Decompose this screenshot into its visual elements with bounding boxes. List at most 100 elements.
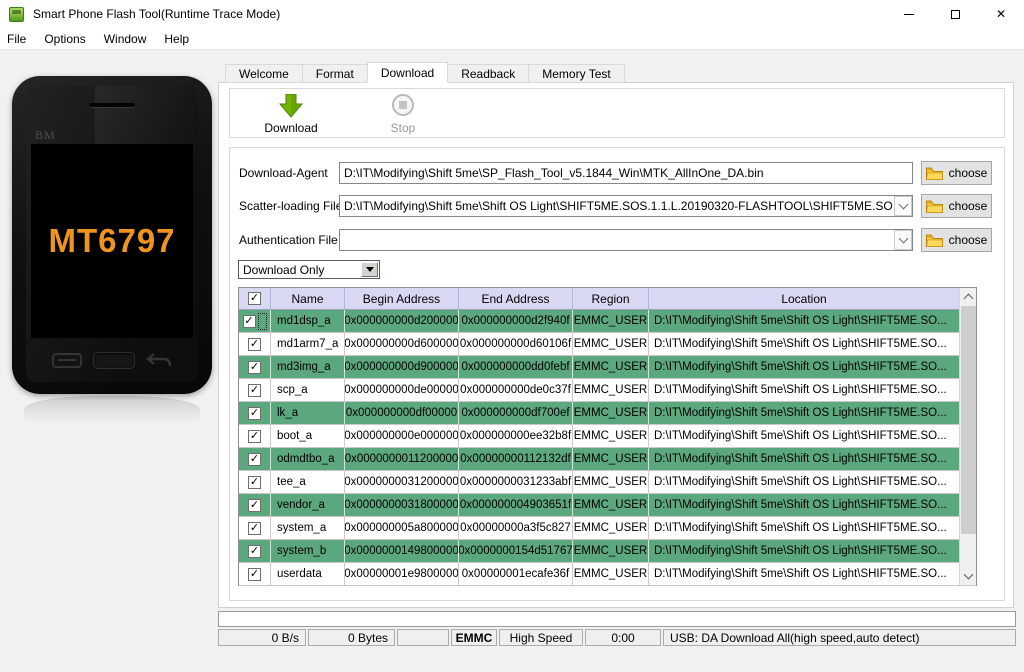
table-scrollbar[interactable] — [959, 288, 976, 585]
region: EMMC_USER — [573, 425, 649, 447]
column-header-region[interactable]: Region — [573, 288, 649, 309]
file-location: D:\IT\Modifying\Shift 5me\Shift OS Light… — [654, 476, 947, 488]
region: EMMC_USER — [573, 402, 649, 424]
close-button[interactable] — [978, 0, 1024, 28]
row-checkbox[interactable] — [248, 475, 261, 489]
download-agent-choose-button[interactable]: choose — [921, 161, 992, 185]
menu-help[interactable]: Help — [155, 28, 198, 50]
phone-brand-label: BM — [35, 128, 56, 142]
scrollbar-thumb[interactable] — [961, 306, 976, 534]
partition-name: userdata — [271, 563, 345, 585]
download-button-label: Download — [264, 121, 318, 135]
table-row[interactable]: md1arm7_a 0x000000000d600000 0x000000000… — [239, 333, 976, 356]
status-elapsed-time: 0:00 — [585, 629, 661, 646]
tab-welcome[interactable]: Welcome — [225, 64, 303, 83]
table-row[interactable]: lk_a 0x000000000df00000 0x000000000df700… — [239, 402, 976, 425]
phone-back-icon — [146, 353, 172, 367]
begin-address: 0x0000000149800000 — [345, 540, 459, 562]
end-address: 0x000000000d2f940f — [459, 310, 573, 332]
begin-address: 0x00000001e9800000 — [345, 563, 459, 585]
menu-bar: File Options Window Help — [0, 28, 1024, 50]
table-row[interactable]: tee_a 0x0000000031200000 0x0000000031233… — [239, 471, 976, 494]
scatter-file-dropdown-button[interactable] — [894, 196, 912, 216]
scroll-down-icon[interactable] — [960, 568, 977, 585]
row-checkbox[interactable] — [248, 360, 261, 374]
stop-button[interactable]: Stop — [360, 92, 446, 136]
window-title: Smart Phone Flash Tool(Runtime Trace Mod… — [33, 7, 281, 21]
download-mode-select[interactable]: Download Only — [238, 260, 380, 279]
table-row[interactable]: md3img_a 0x000000000d900000 0x000000000d… — [239, 356, 976, 379]
file-location: D:\IT\Modifying\Shift 5me\Shift OS Light… — [654, 361, 947, 373]
download-button[interactable]: Download — [248, 92, 334, 136]
table-row[interactable]: odmdtbo_a 0x0000000011200000 0x000000001… — [239, 448, 976, 471]
tab-download[interactable]: Download — [366, 62, 449, 83]
close-icon — [996, 7, 1006, 21]
stop-icon — [392, 94, 414, 116]
row-checkbox[interactable] — [248, 337, 261, 351]
table-row[interactable]: scp_a 0x000000000de00000 0x000000000de0c… — [239, 379, 976, 402]
begin-address: 0x000000000de00000 — [345, 379, 459, 401]
minimize-button[interactable] — [886, 0, 932, 28]
select-all-checkbox[interactable] — [248, 292, 261, 305]
table-row[interactable]: boot_a 0x000000000e000000 0x000000000ee3… — [239, 425, 976, 448]
title-bar: Smart Phone Flash Tool(Runtime Trace Mod… — [0, 0, 1024, 28]
table-row[interactable]: md1dsp_a 0x000000000d200000 0x000000000d… — [239, 310, 976, 333]
auth-file-dropdown-button[interactable] — [894, 230, 912, 250]
column-header-location[interactable]: Location — [649, 288, 959, 309]
row-checkbox[interactable] — [248, 406, 261, 420]
table-header-row: Name Begin Address End Address Region Lo… — [239, 288, 976, 310]
end-address: 0x0000000154d51767 — [459, 540, 573, 562]
row-checkbox[interactable] — [248, 521, 261, 535]
phone-speaker — [89, 103, 135, 108]
partition-name: boot_a — [271, 425, 345, 447]
app-window: Smart Phone Flash Tool(Runtime Trace Mod… — [0, 0, 1024, 672]
table-row[interactable]: vendor_a 0x0000000031800000 0x0000000049… — [239, 494, 976, 517]
auth-file-combobox[interactable] — [339, 229, 913, 251]
download-arrow-icon — [278, 94, 304, 118]
end-address: 0x00000000112132df — [459, 448, 573, 470]
status-bar: 0 B/s 0 Bytes EMMC High Speed 0:00 USB: … — [218, 629, 1016, 646]
partition-table-body: md1dsp_a 0x000000000d200000 0x000000000d… — [239, 310, 976, 586]
file-location: D:\IT\Modifying\Shift 5me\Shift OS Light… — [654, 384, 947, 396]
table-row[interactable]: system_a 0x000000005a800000 0x00000000a3… — [239, 517, 976, 540]
download-agent-input[interactable] — [339, 162, 913, 184]
status-storage-type: EMMC — [451, 629, 497, 646]
table-row[interactable]: system_b 0x0000000149800000 0x0000000154… — [239, 540, 976, 563]
partition-table: Name Begin Address End Address Region Lo… — [238, 287, 977, 586]
tab-format[interactable]: Format — [301, 64, 368, 83]
scatter-file-choose-button[interactable]: choose — [921, 194, 992, 218]
region: EMMC_USER — [573, 540, 649, 562]
minimize-icon — [904, 13, 914, 15]
row-checkbox[interactable] — [248, 452, 261, 466]
table-row[interactable]: userdata 0x00000001e9800000 0x00000001ec… — [239, 563, 976, 586]
column-header-end-address[interactable]: End Address — [459, 288, 573, 309]
tab-memory-test[interactable]: Memory Test — [528, 64, 625, 83]
begin-address: 0x000000005a800000 — [345, 517, 459, 539]
column-header-begin-address[interactable]: Begin Address — [345, 288, 459, 309]
menu-file[interactable]: File — [0, 28, 35, 50]
download-agent-label: Download-Agent — [239, 166, 328, 180]
row-checkbox[interactable] — [248, 567, 261, 581]
maximize-icon — [950, 9, 960, 19]
folder-icon — [925, 234, 943, 247]
column-header-name[interactable]: Name — [271, 288, 345, 309]
auth-file-choose-button[interactable]: choose — [921, 228, 992, 252]
partition-name: odmdtbo_a — [271, 448, 345, 470]
maximize-button[interactable] — [932, 0, 978, 28]
file-location: D:\IT\Modifying\Shift 5me\Shift OS Light… — [654, 453, 947, 465]
row-checkbox[interactable] — [248, 498, 261, 512]
row-checkbox[interactable] — [242, 314, 256, 328]
auth-file-label: Authentication File — [239, 233, 338, 247]
partition-name: md1arm7_a — [271, 333, 345, 355]
tab-readback[interactable]: Readback — [447, 64, 530, 83]
scatter-file-combobox[interactable] — [339, 195, 913, 217]
menu-options[interactable]: Options — [35, 28, 94, 50]
row-checkbox[interactable] — [248, 429, 261, 443]
end-address: 0x0000000031233abf — [459, 471, 573, 493]
menu-window[interactable]: Window — [95, 28, 156, 50]
scroll-up-icon[interactable] — [960, 288, 977, 305]
row-checkbox[interactable] — [248, 383, 261, 397]
row-checkbox[interactable] — [248, 544, 261, 558]
end-address: 0x000000000ee32b8f — [459, 425, 573, 447]
phone-screen: MT6797 — [31, 144, 193, 338]
